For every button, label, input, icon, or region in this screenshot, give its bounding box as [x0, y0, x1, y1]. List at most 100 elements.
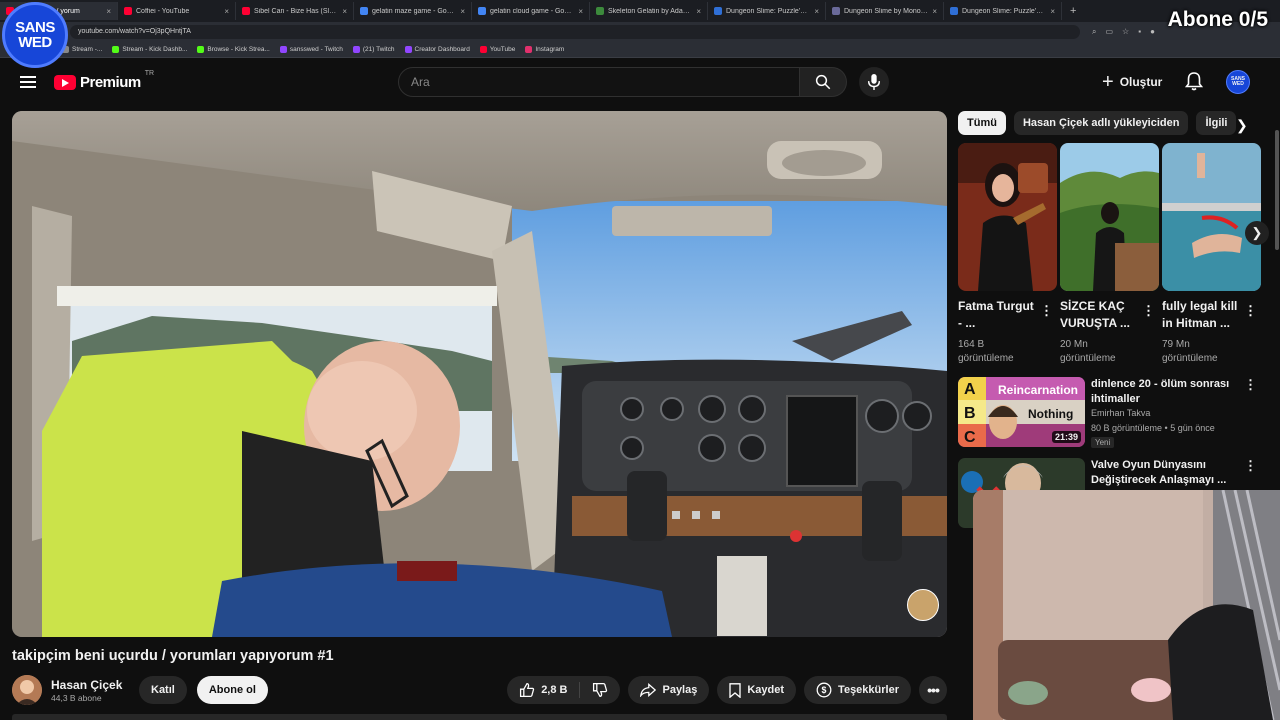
thumbnail-letter: C	[964, 429, 976, 446]
bookmark-label: Browse - Kick Strea...	[207, 45, 270, 53]
dislike-button[interactable]	[580, 676, 620, 704]
chevron-right-icon: ❯	[1251, 225, 1263, 240]
tab-title: Dungeon Slime by MonoGame	[844, 7, 928, 15]
channel-name[interactable]: Hasan Çiçek	[51, 678, 129, 692]
thumbs-up-icon	[520, 682, 535, 698]
filter-chip[interactable]: Tümü	[958, 111, 1006, 135]
close-tab-icon[interactable]: ×	[578, 7, 583, 16]
search-button[interactable]	[800, 67, 847, 97]
close-tab-icon[interactable]: ×	[814, 7, 819, 16]
video-title[interactable]: Valve Oyun Dünyasını Değiştirecek Anlaşm…	[1091, 458, 1241, 488]
thanks-button[interactable]: $ Teşekkürler	[804, 676, 911, 704]
more-vertical-icon[interactable]: ⋮	[1040, 303, 1053, 319]
url-input[interactable]: youtube.com/watch?v=Oj3pQHntjTA	[70, 24, 1080, 39]
streamer-logo: SANS WED	[2, 2, 68, 68]
bookmark-item[interactable]: YouTube	[479, 45, 515, 53]
save-button[interactable]: Kaydet	[717, 676, 797, 704]
bookmark-label: Stream -...	[72, 45, 103, 53]
zoom-icon[interactable]: ⌕	[1092, 27, 1096, 37]
bookmark-item[interactable]: Browse - Kick Strea...	[197, 45, 270, 53]
channel-watermark[interactable]	[907, 589, 939, 621]
country-code: TR	[144, 69, 155, 77]
share-label: Paylaş	[662, 684, 698, 696]
browser-tab[interactable]: gelatin cloud game - Google'd ×	[472, 2, 590, 20]
close-tab-icon[interactable]: ×	[342, 7, 347, 16]
thumbnail-letter: B	[964, 405, 976, 422]
logo-text-line1: SANS	[15, 19, 55, 36]
recommended-video[interactable]: A B C Reincarnation Nothing 21:39 dinlen…	[958, 377, 1263, 448]
bookmark-item[interactable]: Creator Dashboard	[404, 45, 470, 53]
short-thumbnail[interactable]	[1162, 143, 1261, 291]
thumbnail-letter: A	[964, 381, 976, 398]
like-dislike-group: 2,8 B	[507, 676, 621, 704]
close-tab-icon[interactable]: ×	[106, 7, 111, 16]
hamburger-menu-icon[interactable]	[20, 76, 36, 88]
bookmark-item[interactable]: (21) Twitch	[352, 45, 395, 53]
video-thumbnail[interactable]: A B C Reincarnation Nothing 21:39	[958, 377, 1085, 447]
bookmark-item[interactable]: Instagram	[525, 45, 564, 53]
short-item[interactable]: fully legal kill in Hitman ... 79 Mn gör…	[1162, 143, 1261, 366]
filter-chip[interactable]: Hasan Çiçek adlı yükleyiciden	[1013, 111, 1189, 135]
share-button[interactable]: Paylaş	[628, 676, 710, 704]
search-input[interactable]: Ara	[398, 67, 800, 97]
browser-tab[interactable]: Dungeon Slime: Puzzle's Adver ×	[944, 2, 1062, 20]
short-title[interactable]: fully legal kill in Hitman ...	[1162, 298, 1240, 332]
subscribe-button[interactable]: Abone ol	[196, 676, 268, 704]
short-thumbnail-image	[1060, 143, 1159, 291]
video-player[interactable]	[12, 111, 947, 637]
short-thumbnail[interactable]	[958, 143, 1057, 291]
youtube-premium-logo[interactable]: Premium TR	[54, 70, 154, 91]
browser-tab[interactable]: gelatin maze game - Google'd ×	[354, 2, 472, 20]
join-button[interactable]: Katıl	[139, 676, 187, 704]
more-actions-button[interactable]: •••	[919, 676, 947, 704]
bookmarks-bar: Stream -... Stream - Kick Dashb... Browse …	[0, 41, 1280, 58]
more-vertical-icon[interactable]: ⋮	[1142, 303, 1155, 319]
chevron-right-icon[interactable]: ❯	[1236, 117, 1248, 134]
like-count: 2,8 B	[541, 684, 568, 696]
browser-tab[interactable]: Dungeon Slime: Puzzle's Adver ×	[708, 2, 826, 20]
short-title[interactable]: Fatma Turgut - ...	[958, 298, 1036, 332]
browser-tab[interactable]: Dungeon Slime by MonoGame ×	[826, 2, 944, 20]
close-tab-icon[interactable]: ×	[932, 7, 937, 16]
video-title[interactable]: dinlence 20 - ölüm sonrası ihtimaller	[1091, 377, 1241, 407]
short-item[interactable]: Fatma Turgut - ... 164 B görüntüleme ⋮	[958, 143, 1057, 366]
short-thumbnail[interactable]	[1060, 143, 1159, 291]
extension-icon[interactable]: ▪	[1138, 27, 1141, 37]
page-scrollbar[interactable]	[1274, 60, 1280, 490]
channel-info: Hasan Çiçek 44,3 B abone	[51, 678, 129, 703]
filter-chip[interactable]: İlgili	[1196, 111, 1237, 135]
notifications-button[interactable]	[1184, 72, 1204, 96]
channel-avatar[interactable]	[12, 675, 42, 705]
create-label: Oluştur	[1119, 75, 1163, 89]
bookmark-item[interactable]: Stream - Kick Dashb...	[112, 45, 187, 53]
create-button[interactable]: + Oluştur	[1102, 70, 1162, 94]
scrollbar-thumb[interactable]	[1275, 130, 1279, 250]
browser-tab[interactable]: Skeleton Gelatin by Adam Salt ×	[590, 2, 708, 20]
subscriber-count: 44,3 B abone	[51, 692, 102, 703]
close-tab-icon[interactable]: ×	[224, 7, 229, 16]
close-tab-icon[interactable]: ×	[696, 7, 701, 16]
account-avatar[interactable]: SANS WED	[1226, 70, 1250, 94]
close-tab-icon[interactable]: ×	[460, 7, 465, 16]
bookmark-item[interactable]: sansswed - Twitch	[279, 45, 343, 53]
more-vertical-icon[interactable]: ⋮	[1244, 377, 1257, 393]
profile-icon[interactable]: ●	[1150, 27, 1155, 37]
cast-icon[interactable]: ▭	[1105, 27, 1113, 37]
browser-tab[interactable]: Coffiei - YouTube ×	[118, 2, 236, 20]
star-icon[interactable]: ☆	[1122, 27, 1129, 37]
close-tab-icon[interactable]: ×	[1050, 7, 1055, 16]
bookmark-favicon-icon	[279, 45, 287, 53]
like-button[interactable]: 2,8 B	[507, 676, 579, 704]
browser-tab[interactable]: Sibel Can - Bize Has (Slowed -×	[236, 2, 354, 20]
voice-search-button[interactable]	[859, 67, 889, 97]
more-vertical-icon[interactable]: ⋮	[1244, 303, 1257, 319]
shorts-next-button[interactable]: ❯	[1245, 221, 1269, 245]
channel-name[interactable]: Emirhan Takva	[1091, 408, 1150, 418]
more-vertical-icon[interactable]: ⋮	[1244, 458, 1257, 474]
thumbs-down-icon	[593, 682, 608, 698]
save-label: Kaydet	[747, 684, 785, 696]
bookmark-item[interactable]: Stream -...	[62, 45, 103, 53]
short-title[interactable]: SİZCE KAÇ VURUŞTA ...	[1060, 298, 1138, 332]
short-item[interactable]: SİZCE KAÇ VURUŞTA ... 20 Mn görüntüleme …	[1060, 143, 1159, 366]
new-tab-button[interactable]: +	[1062, 5, 1084, 17]
